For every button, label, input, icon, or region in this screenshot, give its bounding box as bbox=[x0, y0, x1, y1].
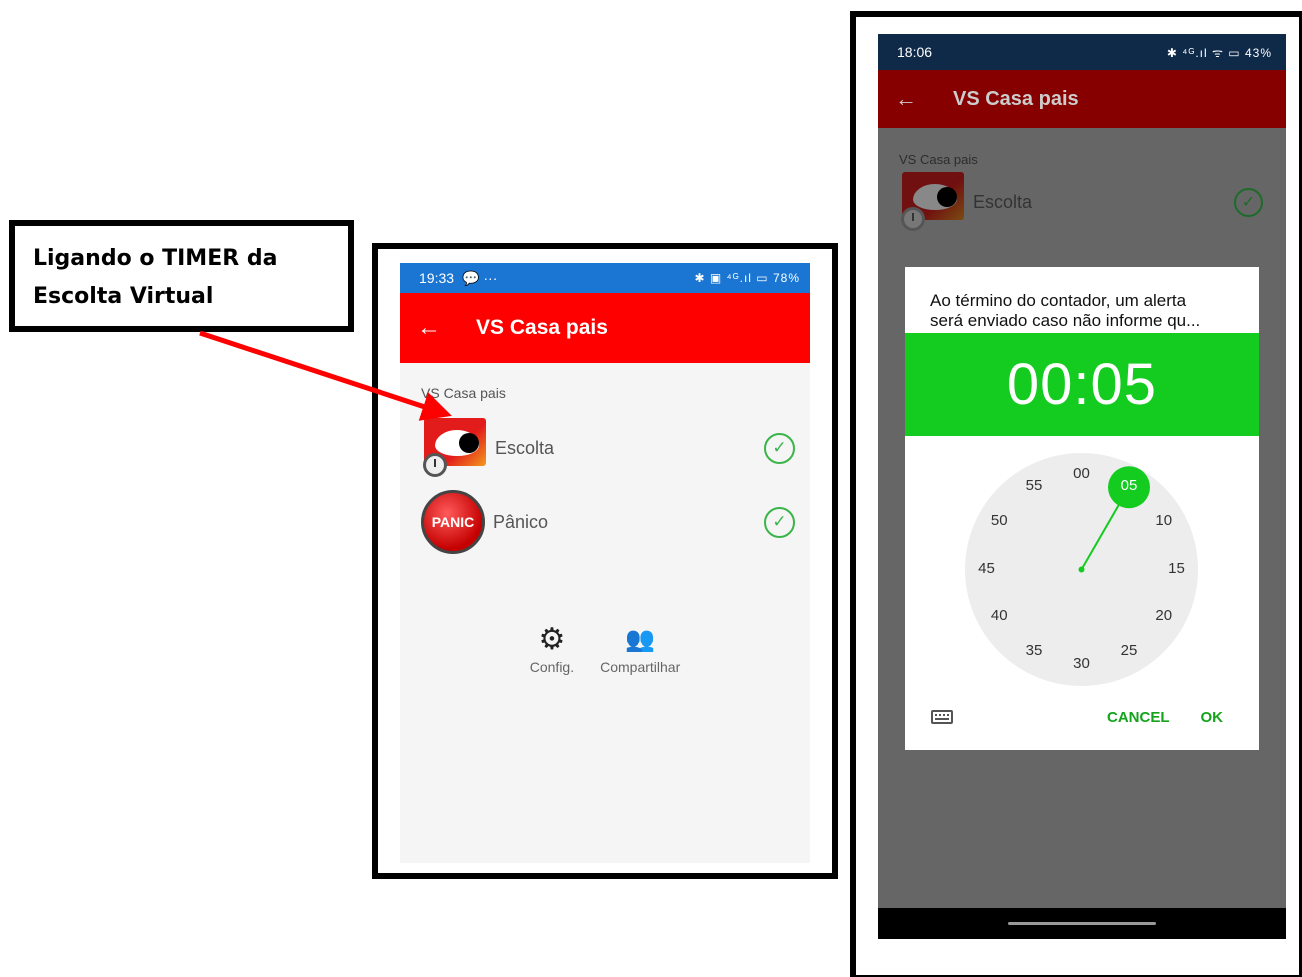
status-time: 19:33 bbox=[419, 270, 455, 286]
dialog-message: Ao término do contador, um alerta será e… bbox=[905, 267, 1259, 333]
list-item-label: Escolta bbox=[495, 437, 555, 458]
clock-label-25[interactable]: 25 bbox=[1115, 642, 1143, 662]
people-icon: 👥 bbox=[625, 625, 656, 653]
phone-2-screen: 18:06 ✱ ⁴ᴳ.ıl ᯤ ▭ 43% ← VS Casa pais VS … bbox=[878, 34, 1286, 939]
back-arrow-icon[interactable]: ← bbox=[878, 86, 934, 112]
clock-label-45[interactable]: 45 bbox=[973, 560, 1001, 580]
dialog-message-line-1: Ao término do contador, um alerta bbox=[930, 291, 1187, 310]
clock-label-35[interactable]: 35 bbox=[1020, 642, 1048, 662]
section-title: VS Casa pais bbox=[421, 385, 506, 401]
time-display[interactable]: 00:05 bbox=[905, 333, 1259, 436]
phone-2-frame: 18:06 ✱ ⁴ᴳ.ıl ᯤ ▭ 43% ← VS Casa pais VS … bbox=[850, 11, 1302, 977]
list-item-escolta[interactable]: Escolta ✓ bbox=[400, 411, 810, 485]
phone-1-frame: 19:33 💬 ··· ✱ ▣ ⁴ᴳ.ıl ▭ 78% ← VS Casa pa… bbox=[372, 243, 838, 879]
share-label: Compartilhar bbox=[600, 659, 681, 675]
panic-button-icon: PANIC bbox=[421, 490, 485, 554]
status-icons: ✱ ⁴ᴳ.ıl ᯤ ▭ 43% bbox=[1166, 45, 1272, 60]
clock-label-40[interactable]: 40 bbox=[985, 607, 1013, 627]
check-circle-icon: ✓ bbox=[1234, 187, 1263, 217]
status-bar: 18:06 ✱ ⁴ᴳ.ıl ᯤ ▭ 43% bbox=[878, 34, 1286, 70]
action-bar: ⚙ Config. 👥 Compartilhar bbox=[400, 619, 810, 676]
clock-label-20[interactable]: 20 bbox=[1150, 607, 1178, 627]
clock-label-55[interactable]: 55 bbox=[1020, 477, 1048, 497]
notification-icons: 💬 ··· bbox=[462, 269, 498, 286]
callout-line-1: Ligando o TIMER da bbox=[33, 246, 278, 271]
phone-1-screen: 19:33 💬 ··· ✱ ▣ ⁴ᴳ.ıl ▭ 78% ← VS Casa pa… bbox=[400, 263, 810, 863]
clock-label-50[interactable]: 50 bbox=[985, 512, 1013, 532]
clock-label-00[interactable]: 00 bbox=[1068, 465, 1096, 485]
clock-label-15[interactable]: 15 bbox=[1163, 560, 1191, 580]
callout-box: Ligando o TIMER da Escolta Virtual bbox=[9, 220, 354, 332]
check-circle-icon[interactable]: ✓ bbox=[764, 432, 795, 464]
clock-dial[interactable]: 00 05 10 15 20 25 30 35 40 45 50 55 bbox=[965, 453, 1198, 686]
dialog-actions: CANCEL OK bbox=[905, 699, 1259, 735]
back-arrow-icon[interactable]: ← bbox=[400, 314, 458, 342]
config-label: Config. bbox=[529, 659, 575, 675]
status-time: 18:06 bbox=[897, 44, 933, 60]
callout-line-2: Escolta Virtual bbox=[33, 284, 214, 309]
clock-icon bbox=[901, 207, 925, 231]
timer-dialog: Ao término do contador, um alerta será e… bbox=[905, 267, 1259, 750]
escolta-eye-icon bbox=[421, 418, 487, 478]
app-bar: ← VS Casa pais bbox=[878, 70, 1286, 128]
list-item-label: Escolta bbox=[973, 191, 1033, 212]
keyboard-icon[interactable] bbox=[931, 710, 953, 724]
page-title: VS Casa pais bbox=[953, 87, 1079, 110]
clock-label-30[interactable]: 30 bbox=[1068, 655, 1096, 675]
status-bar: 19:33 💬 ··· ✱ ▣ ⁴ᴳ.ıl ▭ 78% bbox=[400, 263, 810, 293]
home-handle[interactable] bbox=[1008, 922, 1156, 925]
check-circle-icon[interactable]: ✓ bbox=[764, 506, 795, 538]
clock-icon bbox=[423, 453, 447, 477]
status-icons: ✱ ▣ ⁴ᴳ.ıl ▭ 78% bbox=[694, 271, 800, 285]
section-title: VS Casa pais bbox=[899, 152, 978, 167]
ok-button[interactable]: OK bbox=[1201, 709, 1224, 726]
page-title: VS Casa pais bbox=[476, 316, 608, 339]
list-item-label: Pânico bbox=[493, 511, 549, 532]
gear-icon: ⚙ bbox=[538, 622, 566, 656]
app-bar: ← VS Casa pais bbox=[400, 293, 810, 363]
list-item-escolta: Escolta ✓ bbox=[878, 172, 1286, 232]
escolta-eye-icon bbox=[899, 172, 965, 232]
clock-label-10[interactable]: 10 bbox=[1150, 512, 1178, 532]
panic-icon-text: PANIC bbox=[431, 514, 475, 530]
share-button[interactable]: 👥 Compartilhar bbox=[600, 619, 681, 676]
navigation-bar bbox=[878, 908, 1286, 939]
dialog-message-line-2: será enviado caso não informe qu... bbox=[930, 311, 1201, 330]
config-button[interactable]: ⚙ Config. bbox=[529, 619, 575, 676]
cancel-button[interactable]: CANCEL bbox=[1107, 709, 1170, 726]
clock-label-05[interactable]: 05 bbox=[1115, 477, 1143, 497]
list-item-panico[interactable]: PANIC Pânico ✓ bbox=[400, 485, 810, 559]
